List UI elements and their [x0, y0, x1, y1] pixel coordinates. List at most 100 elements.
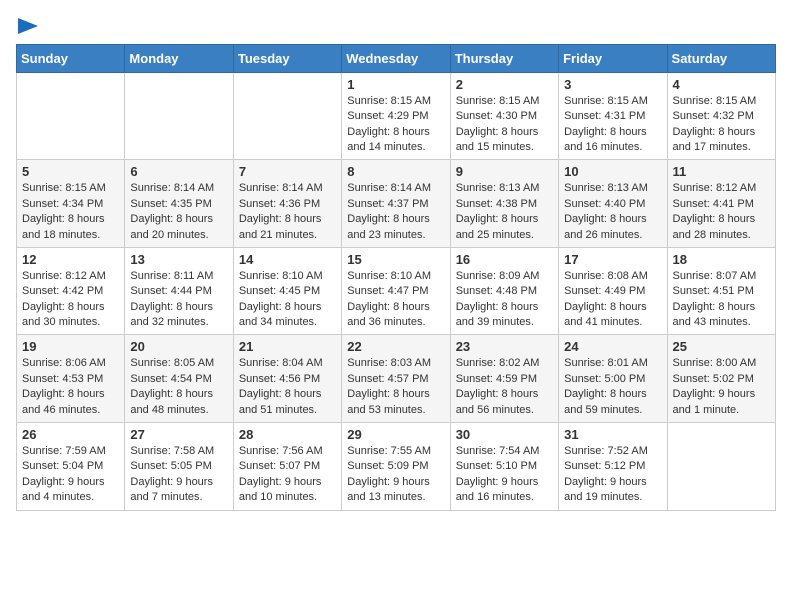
day-number: 21 — [239, 339, 336, 354]
day-number: 9 — [456, 164, 553, 179]
day-number: 27 — [130, 427, 227, 442]
calendar-cell: 6 Sunrise: 8:14 AM Sunset: 4:35 PM Daylig… — [125, 160, 233, 248]
logo-icon — [18, 18, 38, 34]
day-info: Sunrise: 8:15 AM Sunset: 4:34 PM Dayligh… — [22, 181, 119, 243]
weekday-header-monday: Monday — [125, 44, 233, 72]
calendar-cell: 19 Sunrise: 8:06 AM Sunset: 4:53 PM Dayli… — [17, 335, 125, 423]
weekday-header-friday: Friday — [559, 44, 667, 72]
day-number: 22 — [347, 339, 444, 354]
day-info: Sunrise: 8:12 AM Sunset: 4:42 PM Dayligh… — [22, 269, 119, 331]
day-info: Sunrise: 7:56 AM Sunset: 5:07 PM Dayligh… — [239, 444, 336, 506]
calendar-cell: 5Sunrise: 8:15 AM Sunset: 4:34 PM Daylig… — [17, 160, 125, 248]
calendar-cell — [17, 72, 125, 160]
day-info: Sunrise: 8:15 AM Sunset: 4:31 PM Dayligh… — [564, 94, 661, 156]
calendar-cell: 8 Sunrise: 8:14 AM Sunset: 4:37 PM Daylig… — [342, 160, 450, 248]
day-number: 11 — [673, 164, 770, 179]
calendar-week-row: 1 Sunrise: 8:15 AM Sunset: 4:29 PM Daylig… — [17, 72, 776, 160]
day-info: Sunrise: 8:15 AM Sunset: 4:30 PM Dayligh… — [456, 94, 553, 156]
weekday-header-saturday: Saturday — [667, 44, 775, 72]
calendar-week-row: 12 Sunrise: 8:12 AM Sunset: 4:42 PM Dayli… — [17, 247, 776, 335]
calendar-cell: 31Sunrise: 7:52 AM Sunset: 5:12 PM Dayli… — [559, 423, 667, 511]
day-info: Sunrise: 8:10 AM Sunset: 4:45 PM Dayligh… — [239, 269, 336, 331]
calendar-cell — [233, 72, 341, 160]
calendar-cell: 2 Sunrise: 8:15 AM Sunset: 4:30 PM Daylig… — [450, 72, 558, 160]
weekday-header-thursday: Thursday — [450, 44, 558, 72]
day-info: Sunrise: 8:01 AM Sunset: 5:00 PM Dayligh… — [564, 356, 661, 418]
calendar-cell: 15Sunrise: 8:10 AM Sunset: 4:47 PM Dayli… — [342, 247, 450, 335]
calendar-table: SundayMondayTuesdayWednesdayThursdayFrid… — [16, 44, 776, 511]
page-header — [16, 16, 776, 36]
day-number: 13 — [130, 252, 227, 267]
day-number: 12 — [22, 252, 119, 267]
day-info: Sunrise: 7:58 AM Sunset: 5:05 PM Dayligh… — [130, 444, 227, 506]
calendar-week-row: 5Sunrise: 8:15 AM Sunset: 4:34 PM Daylig… — [17, 160, 776, 248]
day-number: 7 — [239, 164, 336, 179]
calendar-cell: 11 Sunrise: 8:12 AM Sunset: 4:41 PM Dayli… — [667, 160, 775, 248]
logo-blue — [16, 16, 38, 36]
day-number: 17 — [564, 252, 661, 267]
calendar-cell: 12 Sunrise: 8:12 AM Sunset: 4:42 PM Dayli… — [17, 247, 125, 335]
calendar-cell: 7 Sunrise: 8:14 AM Sunset: 4:36 PM Daylig… — [233, 160, 341, 248]
day-info: Sunrise: 8:14 AM Sunset: 4:35 PM Dayligh… — [130, 181, 227, 243]
day-info: Sunrise: 8:00 AM Sunset: 5:02 PM Dayligh… — [673, 356, 770, 418]
day-info: Sunrise: 8:02 AM Sunset: 4:59 PM Dayligh… — [456, 356, 553, 418]
day-info: Sunrise: 8:14 AM Sunset: 4:36 PM Dayligh… — [239, 181, 336, 243]
calendar-cell: 26 Sunrise: 7:59 AM Sunset: 5:04 PM Dayli… — [17, 423, 125, 511]
day-number: 2 — [456, 77, 553, 92]
calendar-cell: 10 Sunrise: 8:13 AM Sunset: 4:40 PM Dayli… — [559, 160, 667, 248]
calendar-header-row: SundayMondayTuesdayWednesdayThursdayFrid… — [17, 44, 776, 72]
day-info: Sunrise: 8:14 AM Sunset: 4:37 PM Dayligh… — [347, 181, 444, 243]
day-info: Sunrise: 8:13 AM Sunset: 4:40 PM Dayligh… — [564, 181, 661, 243]
logo — [16, 16, 38, 36]
day-number: 25 — [673, 339, 770, 354]
calendar-cell: 30Sunrise: 7:54 AM Sunset: 5:10 PM Dayli… — [450, 423, 558, 511]
calendar-cell: 20 Sunrise: 8:05 AM Sunset: 4:54 PM Dayli… — [125, 335, 233, 423]
day-number: 4 — [673, 77, 770, 92]
calendar-cell: 24 Sunrise: 8:01 AM Sunset: 5:00 PM Dayli… — [559, 335, 667, 423]
day-info: Sunrise: 8:04 AM Sunset: 4:56 PM Dayligh… — [239, 356, 336, 418]
day-info: Sunrise: 8:12 AM Sunset: 4:41 PM Dayligh… — [673, 181, 770, 243]
day-info: Sunrise: 7:55 AM Sunset: 5:09 PM Dayligh… — [347, 444, 444, 506]
day-number: 19 — [22, 339, 119, 354]
day-number: 10 — [564, 164, 661, 179]
day-info: Sunrise: 7:59 AM Sunset: 5:04 PM Dayligh… — [22, 444, 119, 506]
day-info: Sunrise: 8:10 AM Sunset: 4:47 PM Dayligh… — [347, 269, 444, 331]
day-info: Sunrise: 8:13 AM Sunset: 4:38 PM Dayligh… — [456, 181, 553, 243]
day-info: Sunrise: 8:15 AM Sunset: 4:29 PM Dayligh… — [347, 94, 444, 156]
day-number: 28 — [239, 427, 336, 442]
weekday-header-sunday: Sunday — [17, 44, 125, 72]
day-number: 20 — [130, 339, 227, 354]
day-number: 24 — [564, 339, 661, 354]
day-number: 14 — [239, 252, 336, 267]
day-info: Sunrise: 7:52 AM Sunset: 5:12 PM Dayligh… — [564, 444, 661, 506]
calendar-cell: 1 Sunrise: 8:15 AM Sunset: 4:29 PM Daylig… — [342, 72, 450, 160]
day-number: 8 — [347, 164, 444, 179]
day-info: Sunrise: 8:05 AM Sunset: 4:54 PM Dayligh… — [130, 356, 227, 418]
calendar-week-row: 26 Sunrise: 7:59 AM Sunset: 5:04 PM Dayli… — [17, 423, 776, 511]
calendar-cell: 18Sunrise: 8:07 AM Sunset: 4:51 PM Dayli… — [667, 247, 775, 335]
calendar-cell — [125, 72, 233, 160]
day-number: 1 — [347, 77, 444, 92]
day-info: Sunrise: 8:15 AM Sunset: 4:32 PM Dayligh… — [673, 94, 770, 156]
calendar-cell — [667, 423, 775, 511]
day-info: Sunrise: 8:08 AM Sunset: 4:49 PM Dayligh… — [564, 269, 661, 331]
day-info: Sunrise: 8:09 AM Sunset: 4:48 PM Dayligh… — [456, 269, 553, 331]
calendar-cell: 3Sunrise: 8:15 AM Sunset: 4:31 PM Daylig… — [559, 72, 667, 160]
day-number: 23 — [456, 339, 553, 354]
calendar-cell: 23 Sunrise: 8:02 AM Sunset: 4:59 PM Dayli… — [450, 335, 558, 423]
calendar-cell: 14 Sunrise: 8:10 AM Sunset: 4:45 PM Dayli… — [233, 247, 341, 335]
calendar-cell: 27 Sunrise: 7:58 AM Sunset: 5:05 PM Dayli… — [125, 423, 233, 511]
day-info: Sunrise: 8:06 AM Sunset: 4:53 PM Dayligh… — [22, 356, 119, 418]
day-info: Sunrise: 8:03 AM Sunset: 4:57 PM Dayligh… — [347, 356, 444, 418]
day-info: Sunrise: 7:54 AM Sunset: 5:10 PM Dayligh… — [456, 444, 553, 506]
calendar-cell: 28 Sunrise: 7:56 AM Sunset: 5:07 PM Dayli… — [233, 423, 341, 511]
calendar-cell: 21 Sunrise: 8:04 AM Sunset: 4:56 PM Dayli… — [233, 335, 341, 423]
weekday-header-tuesday: Tuesday — [233, 44, 341, 72]
calendar-cell: 16Sunrise: 8:09 AM Sunset: 4:48 PM Dayli… — [450, 247, 558, 335]
calendar-cell: 4 Sunrise: 8:15 AM Sunset: 4:32 PM Daylig… — [667, 72, 775, 160]
day-number: 6 — [130, 164, 227, 179]
calendar-cell: 29Sunrise: 7:55 AM Sunset: 5:09 PM Dayli… — [342, 423, 450, 511]
day-number: 18 — [673, 252, 770, 267]
day-number: 26 — [22, 427, 119, 442]
calendar-cell: 13Sunrise: 8:11 AM Sunset: 4:44 PM Dayli… — [125, 247, 233, 335]
